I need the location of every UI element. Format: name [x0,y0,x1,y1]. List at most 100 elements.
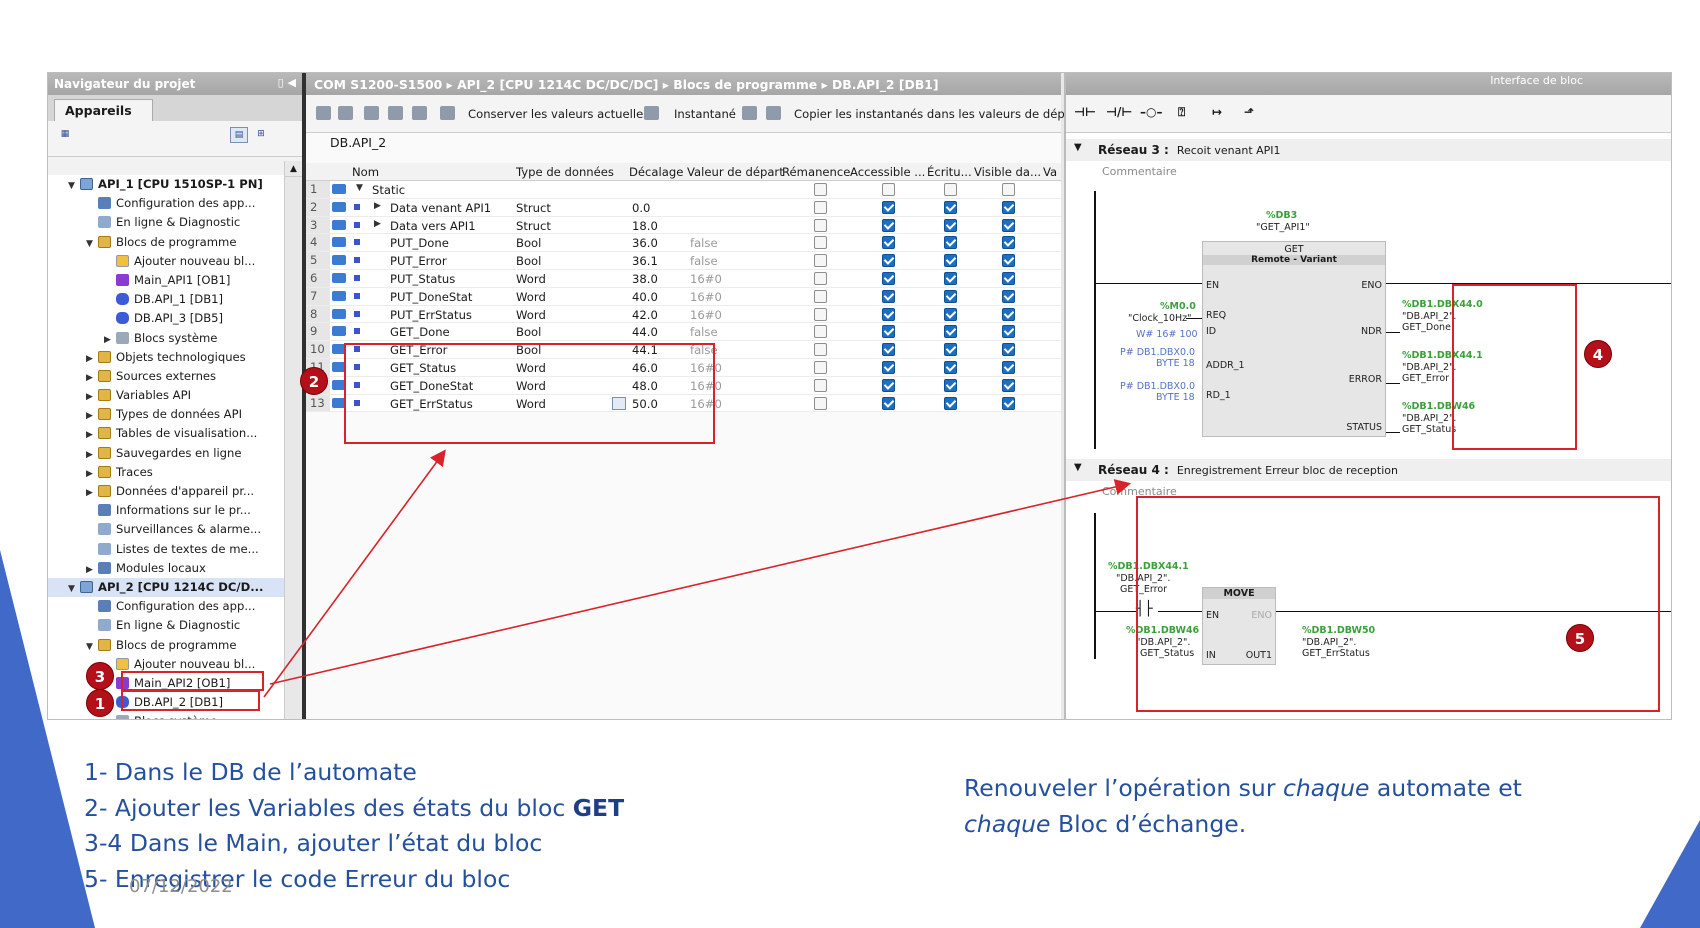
checkbox[interactable] [882,325,895,339]
branch-open-icon[interactable]: ↦ [1212,105,1222,119]
checkbox[interactable] [882,378,895,392]
tree-item[interactable]: ▼ API_1 [CPU 1510SP-1 PN] [48,175,302,194]
var-start-value[interactable]: 16#0 [690,308,722,322]
row-number[interactable]: 6 [306,269,330,287]
var-type[interactable]: Word [516,308,546,322]
checkbox[interactable] [944,218,957,232]
row-number[interactable]: 9 [306,323,330,341]
tree-item[interactable]: ▶ Tables de visualisation... [48,424,302,443]
checkbox[interactable] [814,360,827,374]
column-header[interactable]: Écritu... [927,165,972,179]
checkbox[interactable] [1002,343,1015,357]
network-3-comment[interactable]: Commentaire [1102,161,1177,181]
checkbox[interactable] [814,396,827,410]
checkbox[interactable] [944,360,957,374]
insert-row-icon[interactable] [316,106,331,120]
branch-close-icon[interactable]: ⬏ [1244,105,1254,119]
column-header[interactable]: Visible da... [974,165,1041,179]
monitor-icon[interactable] [440,106,455,120]
checkbox[interactable] [814,307,827,321]
checkbox[interactable] [944,307,957,321]
collapse-icon[interactable]: ▼ [1074,142,1082,153]
checkbox[interactable] [1002,236,1015,250]
checkbox[interactable] [1002,271,1015,285]
add-row-icon[interactable] [338,106,353,120]
checkbox[interactable] [882,396,895,410]
column-header[interactable]: Va [1043,165,1057,179]
tree-item[interactable]: ▶ Types de données API [48,405,302,424]
checkbox[interactable] [944,200,957,214]
list-icon[interactable] [412,106,427,120]
tree-item[interactable]: ▶Blocs système [48,712,302,719]
checkbox[interactable] [944,236,957,250]
overview-icon[interactable]: ▦ [56,127,74,143]
table-row[interactable]: 3 ▶ Data vers API1 Struct 18.0 [306,216,1061,235]
checkbox[interactable] [882,183,895,196]
var-type[interactable]: Struct [516,219,551,233]
var-type[interactable]: Struct [516,201,551,215]
tree-item[interactable]: DB.API_3 [DB5] [48,309,302,328]
checkbox[interactable] [882,200,895,214]
checkbox[interactable] [814,271,827,285]
column-header[interactable]: Décalage [629,165,683,179]
checkbox[interactable] [1002,183,1015,196]
tree-item[interactable]: ▼ Blocs de programme [48,636,302,655]
checkbox[interactable] [944,289,957,303]
tree-item[interactable]: Ajouter nouveau bl... [48,252,302,271]
checkbox[interactable] [814,378,827,392]
get-block[interactable]: GET Remote - Variant EN ENO REQ ID NDR A… [1202,241,1386,437]
checkbox[interactable] [1002,307,1015,321]
twisty-icon[interactable]: ▶ [374,219,384,229]
checkbox[interactable] [944,271,957,285]
checkbox[interactable] [944,396,957,410]
keep-values-icon[interactable] [644,106,659,120]
tree-item[interactable]: En ligne & Diagnostic [48,213,302,232]
checkbox[interactable] [944,343,957,357]
var-start-value[interactable]: 16#0 [690,290,722,304]
var-name[interactable]: Static [372,183,405,197]
row-number[interactable]: 13 [306,394,330,412]
var-start-value[interactable]: false [690,254,718,268]
var-type[interactable]: Bool [516,254,541,268]
row-number[interactable]: 3 [306,216,330,234]
copy-snapshots-button[interactable]: Copier les instantanés dans les valeurs … [794,107,1081,121]
column-header[interactable]: Rémanence [782,165,850,179]
row-number[interactable]: 4 [306,234,330,252]
var-start-value[interactable]: false [690,236,718,250]
copy-snapshot-icon[interactable] [766,106,781,120]
table-row[interactable]: 5 PUT_Error Bool 36.1 false [306,252,1061,270]
tree-item[interactable]: DB.API_1 [DB1] [48,290,302,309]
row-number[interactable]: 1 [306,181,330,198]
row-number[interactable]: 5 [306,252,330,269]
checkbox[interactable] [1002,218,1015,232]
row-number[interactable]: 10 [306,341,330,358]
table-row[interactable]: 6 PUT_Status Word 38.0 16#0 [306,269,1061,288]
checkbox[interactable] [882,289,895,303]
table-row[interactable]: 1 ▼ Static [306,181,1061,199]
table-row[interactable]: 8 PUT_ErrStatus Word 42.0 16#0 [306,305,1061,324]
checkbox[interactable] [1002,254,1015,268]
contact-nc-icon[interactable]: ⊣/⊢ [1106,105,1132,119]
tab-appareils[interactable]: Appareils [54,99,153,122]
tree-item[interactable]: Configuration des app... [48,194,302,213]
tree-item[interactable]: ▶ Données d'appareil pr... [48,482,302,501]
checkbox[interactable] [814,343,827,357]
tree-item[interactable]: ▶ Variables API [48,386,302,405]
tree-item[interactable]: Informations sur le pr... [48,501,302,520]
contact-no-icon[interactable]: ⊣⊢ [1074,105,1096,119]
tree-item[interactable]: En ligne & Diagnostic [48,616,302,635]
tree-item[interactable]: Surveillances & alarme... [48,520,302,539]
tree-item[interactable]: Listes de textes de me... [48,540,302,559]
var-name[interactable]: Data venant API1 [390,201,491,215]
checkbox[interactable] [1002,360,1015,374]
tree-item[interactable]: ▶ Sauvegardes en ligne [48,444,302,463]
var-type[interactable]: Bool [516,325,541,339]
checkbox[interactable] [814,200,827,214]
checkbox[interactable] [814,325,827,339]
checkbox[interactable] [882,307,895,321]
var-type[interactable]: Bool [516,236,541,250]
checkbox[interactable] [882,218,895,232]
checkbox[interactable] [882,254,895,268]
tree-scrollbar[interactable]: ▲ [284,161,302,719]
checkbox[interactable] [814,183,827,196]
